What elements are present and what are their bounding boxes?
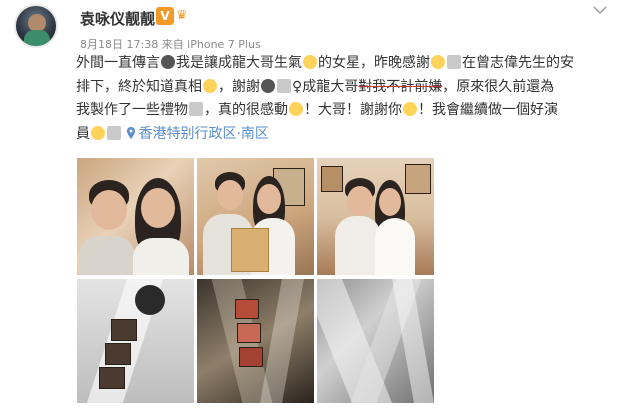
emoji-icon xyxy=(277,78,291,93)
username[interactable]: 袁咏仪靓靓 xyxy=(80,8,155,29)
photo-thumbnail[interactable] xyxy=(197,158,314,275)
emoji-icon xyxy=(303,55,317,69)
emoji-icon xyxy=(289,102,303,116)
emoji-icon xyxy=(447,55,461,69)
post-text: 外間一直傳言 我是讓成龍大哥生氣 的女星，昨晚感謝 在曾志偉先生的安 排下，終於知道真… xyxy=(76,55,574,142)
chevron-down-icon[interactable] xyxy=(592,4,608,16)
emoji-icon xyxy=(161,55,175,69)
emoji-icon xyxy=(91,125,105,140)
photo-thumbnail[interactable] xyxy=(77,158,194,275)
emoji-icon xyxy=(107,125,121,140)
location-link[interactable]: 香港特别行政区·南区 xyxy=(138,126,268,142)
avatar[interactable] xyxy=(14,4,58,48)
vip-badge: V xyxy=(156,7,174,25)
emoji-icon xyxy=(403,102,417,116)
emoji-icon xyxy=(203,78,217,93)
member-icon: ♛ xyxy=(176,8,188,23)
emoji-icon xyxy=(261,78,275,93)
photo-thumbnail[interactable] xyxy=(197,279,314,403)
photo-thumbnail[interactable] xyxy=(317,158,434,275)
location-pin-icon xyxy=(127,126,136,139)
struck-text: 對我不計前嫌 xyxy=(358,78,443,95)
photo-thumbnail[interactable] xyxy=(77,279,194,403)
emoji-icon xyxy=(431,55,445,69)
emoji-icon xyxy=(189,102,203,116)
post-meta: 8月18日 17:38 来自 iPhone 7 Plus xyxy=(80,38,261,51)
photo-thumbnail[interactable] xyxy=(317,279,434,403)
